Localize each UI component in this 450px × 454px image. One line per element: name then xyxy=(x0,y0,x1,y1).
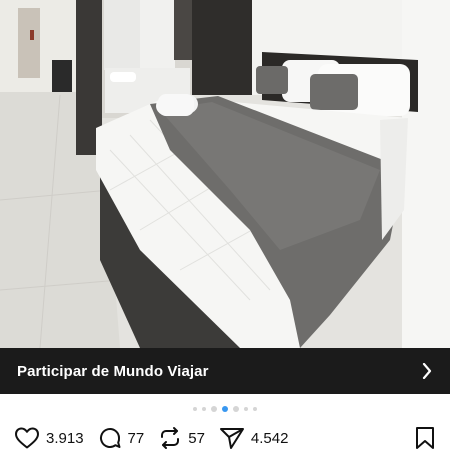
comment-button[interactable]: 77 xyxy=(98,426,145,450)
carousel-dot xyxy=(211,406,217,412)
like-button[interactable]: 3.913 xyxy=(14,426,84,450)
carousel-dot xyxy=(233,406,239,412)
carousel-dot xyxy=(202,407,206,411)
share-count: 4.542 xyxy=(250,429,289,447)
repost-count: 57 xyxy=(188,429,205,447)
chevron-right-icon xyxy=(420,362,434,380)
post-actions-bar: 3.913 77 57 4.542 xyxy=(0,422,450,454)
join-group-banner[interactable]: Participar de Mundo Viajar xyxy=(0,348,450,394)
carousel-dot-active xyxy=(222,406,228,412)
carousel-dot xyxy=(193,407,197,411)
carousel-dot xyxy=(244,407,248,411)
bookmark-icon xyxy=(414,426,436,450)
comment-bubble-icon xyxy=(98,426,122,450)
repost-arrows-icon xyxy=(158,426,182,450)
repost-button[interactable]: 57 xyxy=(158,426,205,450)
post-photo[interactable] xyxy=(0,0,450,348)
join-group-label: Participar de Mundo Viajar xyxy=(17,362,209,380)
like-count: 3.913 xyxy=(46,429,84,447)
comment-count: 77 xyxy=(127,429,145,447)
share-button[interactable]: 4.542 xyxy=(219,426,289,450)
heart-icon xyxy=(14,426,40,450)
carousel-dot xyxy=(253,407,257,411)
save-button[interactable] xyxy=(414,426,436,450)
paper-plane-icon xyxy=(219,426,245,450)
carousel-indicator xyxy=(0,404,450,414)
